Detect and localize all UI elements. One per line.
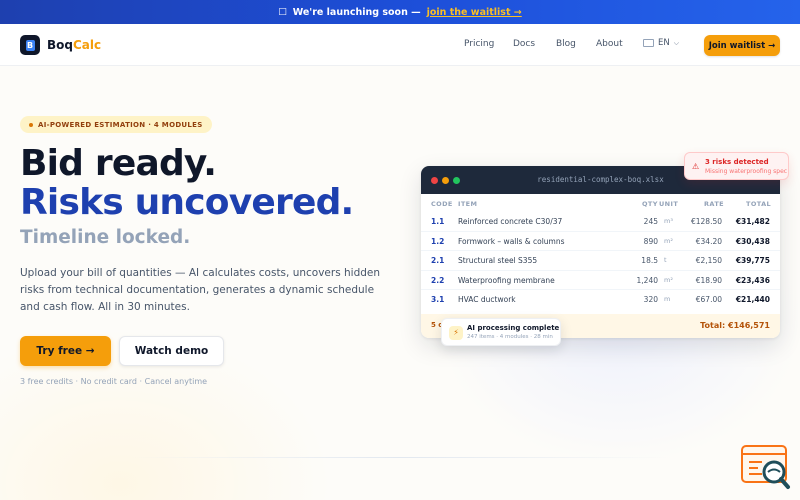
row-rate: €128.50 — [690, 217, 722, 226]
flag-icon — [643, 39, 654, 47]
nav-link-blog[interactable]: Blog — [556, 39, 576, 49]
row-qty: 18.5 — [641, 256, 658, 265]
row-total: €30,438 — [735, 236, 770, 246]
col-header-item: ITEM — [458, 200, 478, 208]
row-qty: 320 — [643, 295, 658, 304]
row-unit: m — [664, 295, 671, 303]
row-rate: €67.00 — [695, 295, 722, 304]
col-header-qty: QTY — [642, 200, 658, 208]
chevron-down-icon: ⌵ — [673, 38, 680, 47]
language-selector[interactable]: EN ⌵ — [643, 38, 679, 48]
hero-fineprint: 3 free credits · No credit card · Cancel… — [20, 377, 208, 386]
try-free-button[interactable]: Try free → — [20, 336, 111, 366]
col-header-rate: RATE — [704, 200, 725, 208]
risk-alert-toast[interactable]: ⚠ 3 risks detected Missing waterproofing… — [684, 152, 789, 180]
row-unit: m³ — [664, 217, 673, 225]
table-row: 2.2 Waterproofing membrane 1,240 m² €18.… — [421, 271, 780, 290]
hero-badge: AI-POWERED ESTIMATION · 4 MODULES — [20, 116, 212, 133]
row-total: €21,440 — [735, 295, 770, 304]
chat-support-icon[interactable] — [740, 444, 792, 490]
warning-icon: ⚠ — [692, 162, 700, 171]
row-code: 1.2 — [431, 236, 445, 246]
ai-status-toast: ⚡ AI processing complete 247 items · 4 m… — [441, 318, 561, 346]
join-waitlist-link[interactable]: join the waitlist → — [427, 7, 522, 18]
nav-link-docs[interactable]: Docs — [513, 39, 535, 49]
row-unit: t — [664, 256, 667, 264]
row-item: Formwork – walls & columns — [458, 236, 565, 246]
announcement-bar: □ We're launching soon — join the waitli… — [0, 0, 800, 24]
ai-toast-subtitle: 247 items · 4 modules · 28 min — [467, 334, 553, 340]
hero-heading-line-2: Risks uncovered. — [20, 182, 354, 223]
risk-title: 3 risks detected — [705, 158, 769, 166]
row-item: Structural steel S355 — [458, 256, 538, 265]
table-row: 3.1 HVAC ductwork 320 m €67.00 €21,440 — [421, 290, 780, 310]
table-row: 2.1 Structural steel S355 18.5 t €2,150 … — [421, 251, 780, 271]
row-item: HVAC ductwork — [458, 295, 516, 304]
section-divider — [130, 457, 670, 458]
row-rate: €2,150 — [695, 256, 722, 265]
brand-name[interactable]: BoqCalc — [47, 38, 101, 52]
row-code: 2.2 — [431, 275, 445, 285]
join-waitlist-button[interactable]: Join waitlist → — [704, 35, 780, 56]
ai-toast-title: AI processing complete — [467, 324, 560, 332]
language-code: EN — [658, 38, 670, 48]
col-header-unit: UNIT — [659, 200, 679, 208]
hero-heading-line-3: Timeline locked. — [20, 227, 191, 248]
row-code: 1.1 — [431, 217, 445, 226]
row-total: €23,436 — [735, 275, 770, 285]
badge-label: AI-POWERED ESTIMATION · 4 MODULES — [38, 120, 203, 129]
row-rate: €34.20 — [695, 236, 722, 246]
row-item: Waterproofing membrane — [458, 275, 555, 285]
announcement-text: We're launching soon — — [292, 6, 421, 18]
footer-total: Total: €146,571 — [700, 321, 770, 330]
lightning-icon: ⚡ — [449, 326, 463, 340]
nav-link-pricing[interactable]: Pricing — [464, 39, 494, 49]
row-unit: m² — [664, 236, 673, 245]
row-code: 2.1 — [431, 256, 445, 265]
row-qty: 890 — [643, 236, 658, 246]
row-code: 3.1 — [431, 295, 445, 304]
row-qty: 1,240 — [636, 275, 658, 285]
watch-demo-button[interactable]: Watch demo — [119, 336, 224, 366]
row-unit: m² — [664, 275, 673, 284]
col-header-total: TOTAL — [746, 200, 772, 208]
row-total: €31,482 — [735, 217, 770, 226]
rocket-icon: □ — [278, 7, 287, 17]
hero-heading-line-1: Bid ready. — [20, 143, 217, 184]
boq-spreadsheet-preview: residential-complex-boq.xlsx CODE ITEM Q… — [421, 166, 780, 338]
row-total: €39,775 — [735, 256, 770, 265]
logo-icon[interactable]: B — [20, 35, 40, 55]
risk-subtitle: Missing waterproofing spec — [705, 168, 788, 175]
top-navbar: B BoqCalc Pricing Docs Blog About EN ⌵ J… — [0, 24, 800, 66]
row-item: Reinforced concrete C30/37 — [458, 217, 563, 226]
table-row: 1.2 Formwork – walls & columns 890 m² €3… — [421, 232, 780, 251]
nav-link-about[interactable]: About — [596, 39, 623, 49]
table-row: 1.1 Reinforced concrete C30/37 245 m³ €1… — [421, 212, 780, 232]
hero-description: Upload your bill of quantities — AI calc… — [20, 267, 381, 313]
row-qty: 245 — [643, 217, 658, 226]
col-header-code: CODE — [431, 200, 453, 208]
badge-dot-icon — [29, 122, 33, 127]
row-rate: €18.90 — [695, 275, 722, 285]
